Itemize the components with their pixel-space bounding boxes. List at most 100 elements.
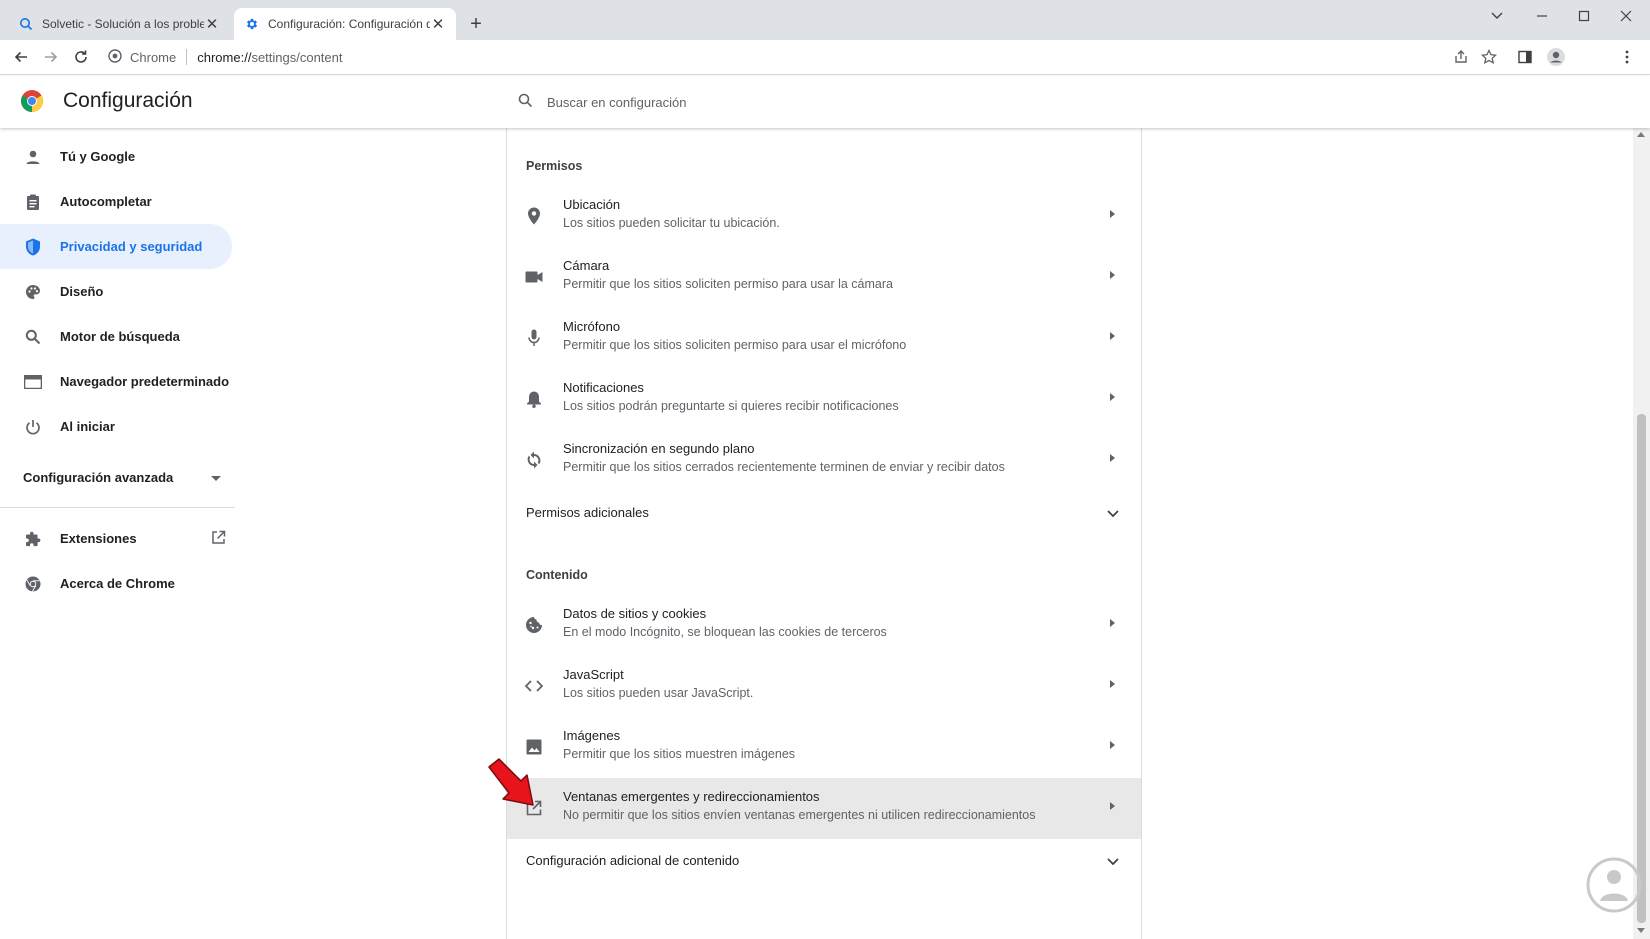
settings-header: Configuración bbox=[0, 76, 1650, 128]
row-subtitle: Los sitios pueden usar JavaScript. bbox=[563, 686, 754, 700]
content-row-cookies[interactable]: Datos de sitios y cookies En el modo Inc… bbox=[507, 595, 1141, 656]
minimize-icon[interactable] bbox=[1528, 4, 1556, 28]
sidebar-item-search-engine[interactable]: Motor de búsqueda bbox=[0, 314, 240, 359]
content-settings-card: Permisos Ubicación Los sitios pueden sol… bbox=[506, 128, 1142, 939]
additional-content-expander[interactable]: Configuración adicional de contenido bbox=[507, 841, 1141, 881]
sidebar-item-about-chrome[interactable]: Acerca de Chrome bbox=[0, 561, 240, 606]
image-icon bbox=[523, 736, 545, 758]
row-title: Micrófono bbox=[563, 319, 621, 334]
chrome-logo-icon bbox=[20, 89, 44, 113]
tab-configuracion[interactable]: Configuración: Configuración de ✕ bbox=[234, 8, 456, 40]
sidebar-item-autofill[interactable]: Autocompletar bbox=[0, 179, 240, 224]
bookmark-star-icon[interactable] bbox=[1477, 45, 1501, 69]
permission-row-microphone[interactable]: Micrófono Permitir que los sitios solici… bbox=[507, 308, 1141, 369]
row-title: JavaScript bbox=[563, 667, 624, 682]
sidebar-advanced-toggle[interactable]: Configuración avanzada bbox=[23, 470, 221, 485]
sidebar-item-extensions[interactable]: Extensiones bbox=[0, 516, 240, 561]
row-subtitle: Permitir que los sitios muestren imágene… bbox=[563, 747, 796, 761]
row-title: Ubicación bbox=[563, 197, 621, 212]
open-in-new-icon bbox=[211, 530, 226, 548]
sidebar-item-label: Motor de búsqueda bbox=[60, 329, 180, 344]
close-tab-icon[interactable]: ✕ bbox=[430, 16, 446, 33]
row-title: Sincronización en segundo plano bbox=[563, 441, 755, 456]
side-panel-icon[interactable] bbox=[1513, 45, 1537, 69]
search-icon bbox=[24, 328, 42, 346]
permission-row-camera[interactable]: Cámara Permitir que los sitios soliciten… bbox=[507, 247, 1141, 308]
sidebar-item-default-browser[interactable]: Navegador predeterminado bbox=[0, 359, 240, 404]
page-title: Configuración bbox=[63, 89, 193, 112]
arrow-right-icon bbox=[1110, 680, 1115, 688]
chevron-down-icon bbox=[1107, 505, 1119, 523]
row-subtitle: Permitir que los sitios cerrados recient… bbox=[563, 460, 1005, 474]
browser-toolbar: Chrome chrome://settings/content bbox=[0, 40, 1650, 75]
reload-icon[interactable] bbox=[69, 45, 93, 69]
sidebar-item-privacy[interactable]: Privacidad y seguridad bbox=[0, 224, 232, 269]
bell-icon bbox=[523, 388, 545, 410]
permission-row-location[interactable]: Ubicación Los sitios pueden solicitar tu… bbox=[507, 186, 1141, 247]
maximize-icon[interactable] bbox=[1570, 4, 1598, 28]
tab-title: Solvetic - Solución a los problemas bbox=[42, 17, 204, 31]
caret-down-icon bbox=[211, 470, 221, 485]
sidebar-item-label: Extensiones bbox=[60, 531, 137, 546]
sidebar-item-you-and-google[interactable]: Tú y Google bbox=[0, 134, 240, 179]
row-title: Datos de sitios y cookies bbox=[563, 606, 707, 621]
expander-label: Configuración adicional de contenido bbox=[526, 853, 740, 868]
annotation-arrow-icon bbox=[487, 757, 547, 813]
back-icon[interactable] bbox=[9, 45, 33, 69]
row-subtitle: En el modo Incógnito, se bloquean las co… bbox=[563, 625, 887, 639]
scroll-up-icon[interactable] bbox=[1637, 132, 1645, 137]
scrollbar-thumb[interactable] bbox=[1637, 414, 1646, 923]
power-icon bbox=[24, 418, 42, 436]
chevron-down-icon bbox=[1107, 853, 1119, 871]
row-subtitle: No permitir que los sitios envíen ventan… bbox=[563, 808, 1036, 822]
close-window-icon[interactable] bbox=[1612, 4, 1640, 28]
share-icon[interactable] bbox=[1449, 45, 1473, 69]
content-row-javascript[interactable]: JavaScript Los sitios pueden usar JavaSc… bbox=[507, 656, 1141, 717]
sidebar-item-appearance[interactable]: Diseño bbox=[0, 269, 240, 314]
tab-title: Configuración: Configuración de bbox=[268, 17, 430, 31]
omnibox[interactable]: Chrome chrome://settings/content bbox=[108, 44, 343, 70]
search-input[interactable] bbox=[547, 94, 967, 110]
scroll-down-icon[interactable] bbox=[1637, 928, 1645, 933]
chrome-site-icon bbox=[108, 48, 122, 66]
sync-icon bbox=[523, 449, 545, 471]
content-row-images[interactable]: Imágenes Permitir que los sitios muestre… bbox=[507, 717, 1141, 778]
chrome-icon bbox=[24, 575, 42, 593]
shield-icon bbox=[24, 238, 42, 256]
gear-favicon-icon bbox=[244, 16, 260, 32]
arrow-right-icon bbox=[1110, 741, 1115, 749]
arrow-right-icon bbox=[1110, 332, 1115, 340]
arrow-right-icon bbox=[1110, 210, 1115, 218]
omnibox-url-host: chrome:// bbox=[197, 49, 252, 65]
person-icon bbox=[24, 148, 42, 166]
palette-icon bbox=[24, 283, 42, 301]
settings-search[interactable] bbox=[518, 91, 967, 113]
additional-permissions-expander[interactable]: Permisos adicionales bbox=[507, 493, 1141, 533]
sidebar-advanced-label: Configuración avanzada bbox=[23, 470, 174, 485]
tab-solvetic[interactable]: Solvetic - Solución a los problemas ✕ bbox=[8, 8, 230, 40]
tab-strip: Solvetic - Solución a los problemas ✕ Co… bbox=[0, 0, 1650, 40]
row-title: Ventanas emergentes y redireccionamiento… bbox=[563, 789, 820, 804]
sidebar-item-on-startup[interactable]: Al iniciar bbox=[0, 404, 240, 449]
browser-icon bbox=[24, 373, 42, 391]
row-subtitle: Los sitios pueden solicitar tu ubicación… bbox=[563, 216, 780, 230]
profile-avatar-icon[interactable] bbox=[1544, 45, 1568, 69]
content-row-popups[interactable]: Ventanas emergentes y redireccionamiento… bbox=[507, 778, 1141, 839]
permission-row-background-sync[interactable]: Sincronización en segundo plano Permitir… bbox=[507, 430, 1141, 491]
new-tab-button[interactable]: + bbox=[464, 12, 488, 36]
clipboard-icon bbox=[24, 193, 42, 211]
sidebar-divider bbox=[0, 507, 235, 508]
sidebar-item-label: Tú y Google bbox=[60, 149, 136, 164]
settings-sidebar: Tú y Google Autocompletar Privacidad y s… bbox=[0, 134, 240, 449]
cookie-icon bbox=[523, 614, 545, 636]
forward-icon[interactable] bbox=[39, 45, 63, 69]
permission-row-notifications[interactable]: Notificaciones Los sitios podrán pregunt… bbox=[507, 369, 1141, 430]
tab-search-chevron-icon[interactable] bbox=[1483, 4, 1511, 28]
more-menu-icon[interactable] bbox=[1615, 45, 1639, 69]
puzzle-piece-icon bbox=[24, 530, 42, 548]
close-tab-icon[interactable]: ✕ bbox=[204, 16, 220, 33]
sidebar-item-label: Autocompletar bbox=[60, 194, 152, 209]
sidebar-item-label: Diseño bbox=[60, 284, 104, 299]
row-title: Imágenes bbox=[563, 728, 621, 743]
sidebar-item-label: Acerca de Chrome bbox=[60, 576, 175, 591]
